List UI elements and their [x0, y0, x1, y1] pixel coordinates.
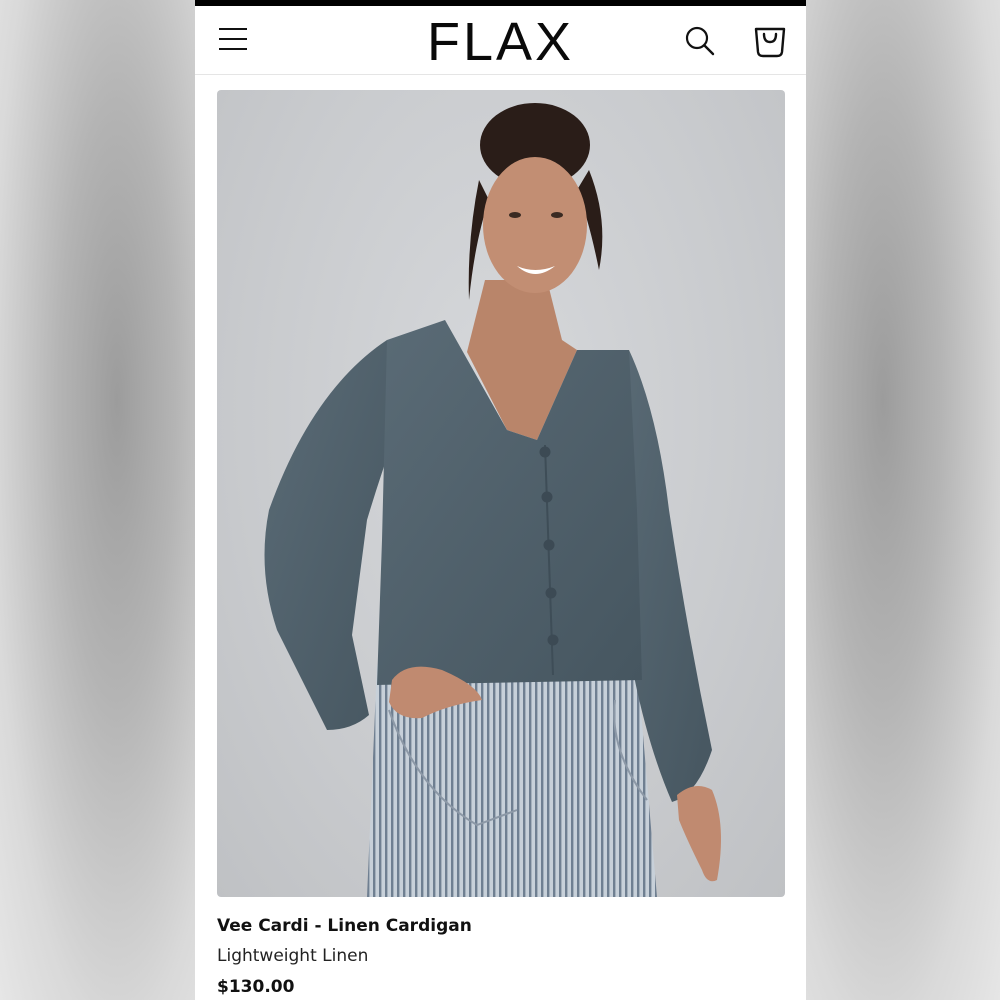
- model-wearing-cardigan-image: [264, 103, 721, 897]
- product-price: $130.00: [217, 977, 295, 997]
- product-subtitle: Lightweight Linen: [217, 946, 369, 966]
- blurred-background-right: [805, 0, 1000, 1000]
- product-info: Vee Cardi - Linen Cardigan Lightweight L…: [217, 912, 777, 1000]
- search-icon[interactable]: [683, 24, 717, 58]
- blurred-background-left: [0, 0, 195, 1000]
- shopping-bag-icon[interactable]: [750, 20, 790, 60]
- product-image[interactable]: [217, 90, 785, 897]
- site-header: FLAX: [195, 6, 806, 75]
- phone-screen: FLAX Vee Cardi - Linen Cardigan Lightwei…: [195, 0, 806, 1000]
- product-title[interactable]: Vee Cardi - Linen Cardigan: [217, 912, 777, 940]
